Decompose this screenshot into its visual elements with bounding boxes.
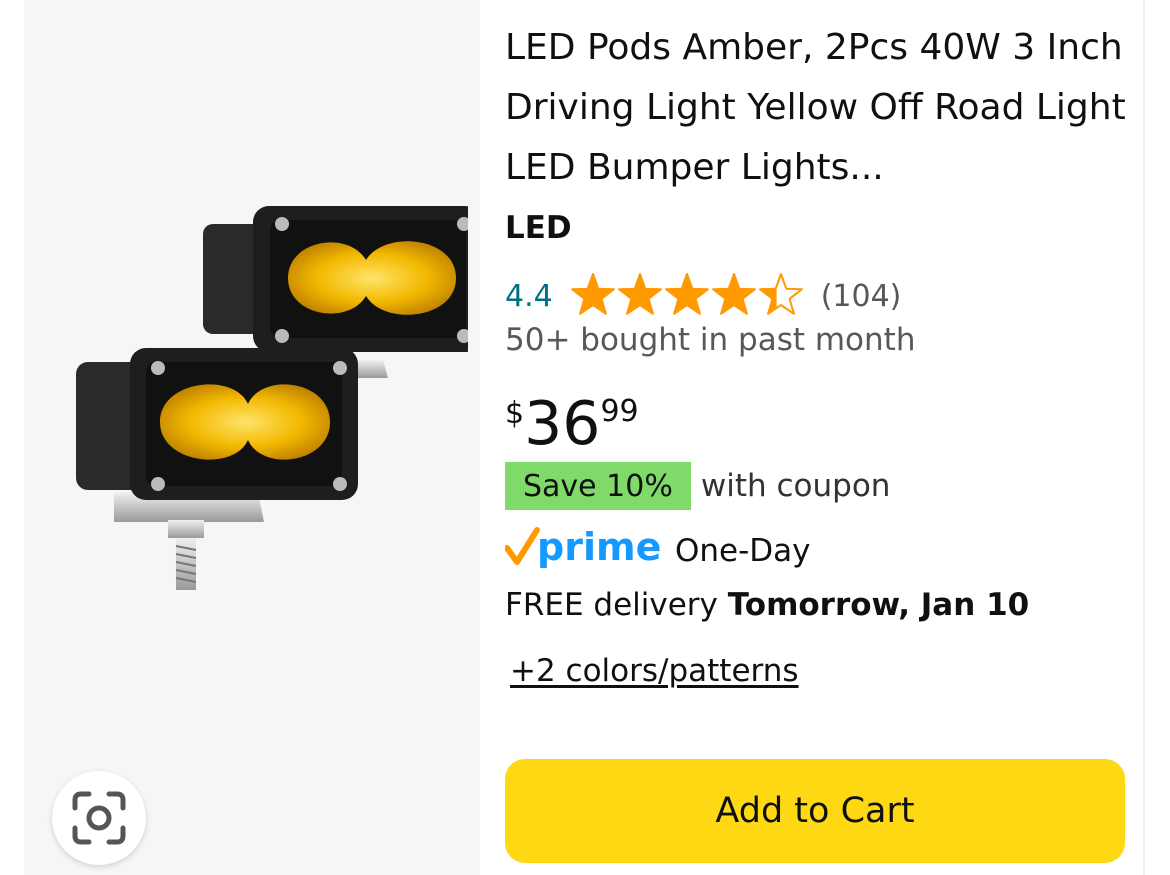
bought-in-past-month: 50+ bought in past month xyxy=(505,322,916,358)
product-image[interactable] xyxy=(48,200,468,600)
price: $ 36 99 xyxy=(505,386,639,466)
rating-count: (104) xyxy=(820,278,902,314)
price-fraction: 99 xyxy=(600,394,639,429)
star-icon xyxy=(570,273,615,315)
prime-logo: prime xyxy=(505,525,661,569)
star-icon xyxy=(758,273,803,315)
camera-lens-icon xyxy=(72,791,126,845)
product-brand: LED xyxy=(505,210,572,246)
coupon-text: with coupon xyxy=(700,468,891,504)
price-whole: 36 xyxy=(524,389,601,459)
star-icon xyxy=(664,273,709,315)
prime-row: prime One-Day xyxy=(505,524,811,578)
prime-logo-text: prime xyxy=(537,525,661,569)
price-currency: $ xyxy=(505,396,525,431)
star-icon xyxy=(617,273,662,315)
delivery-prefix: FREE delivery xyxy=(505,587,718,623)
star-rating-icons xyxy=(570,273,803,315)
variants-link[interactable]: +2 colors/patterns xyxy=(510,653,799,689)
star-rating xyxy=(569,272,809,320)
product-title[interactable]: LED Pods Amber, 2Pcs 40W 3 Inch Driving … xyxy=(505,18,1130,198)
rating-value: 4.4 xyxy=(505,278,553,314)
add-to-cart-button[interactable]: Add to Cart xyxy=(505,759,1125,863)
coupon-row: Save 10% with coupon xyxy=(505,462,890,510)
coupon-badge: Save 10% xyxy=(505,462,691,510)
prime-tier: One-Day xyxy=(675,533,811,569)
delivery-info: FREE delivery Tomorrow, Jan 10 xyxy=(505,587,1029,623)
prime-check-icon xyxy=(505,527,540,565)
rating-row[interactable]: 4.4 (104) xyxy=(505,272,901,320)
product-image-panel[interactable] xyxy=(24,0,480,875)
delivery-date: Tomorrow, Jan 10 xyxy=(727,587,1030,623)
card-right-border xyxy=(1143,0,1145,875)
visual-search-button[interactable] xyxy=(52,771,146,865)
star-icon xyxy=(711,273,756,315)
